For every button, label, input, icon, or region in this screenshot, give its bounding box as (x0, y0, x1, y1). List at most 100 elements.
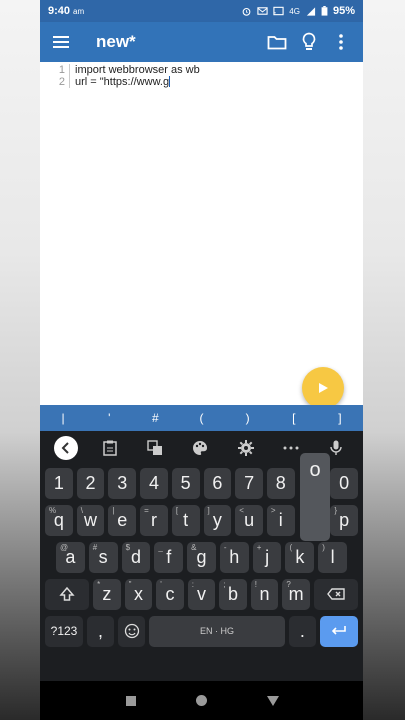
symbol-key[interactable]: ( (178, 411, 224, 425)
enter-key[interactable] (320, 615, 358, 647)
menu-button[interactable] (46, 26, 78, 58)
key-3[interactable]: 3 (108, 467, 137, 499)
key-d[interactable]: $ d (121, 541, 151, 573)
key-hint: ! (254, 579, 258, 589)
symbol-key[interactable]: [ (271, 411, 317, 425)
mail-icon (257, 7, 268, 15)
key-label: d (130, 546, 141, 567)
clipboard-button[interactable] (97, 435, 123, 461)
status-bar: 9:40 am 4G 95% (40, 0, 363, 22)
key-hint: : (191, 579, 194, 589)
key-label: c (165, 583, 175, 604)
chevron-left-icon (61, 442, 69, 454)
key-w[interactable]: \ w (76, 504, 105, 536)
code-line: 1 import webbrowser as wb (40, 64, 363, 76)
symbols-key[interactable]: ?123 (45, 615, 83, 647)
symbol-key[interactable]: ' (86, 411, 132, 425)
backspace-key[interactable] (313, 578, 358, 610)
key-q[interactable]: % q (45, 504, 73, 536)
key-y[interactable]: ] y (203, 504, 232, 536)
key-h[interactable]: -h (219, 541, 249, 573)
alarm-icon (242, 7, 251, 16)
key-label: y (212, 509, 222, 530)
soft-keyboard: 1 2 3 4 5 6 7 8 9 0 %q\w|e=r[t]y<u>i{o}p… (40, 431, 363, 681)
key-1[interactable]: 1 (45, 467, 73, 499)
key-label: g (196, 546, 207, 567)
app-toolbar: new* (40, 22, 363, 62)
key-p[interactable]: } p (330, 504, 359, 536)
key-l[interactable]: ) l (318, 541, 348, 573)
key-n[interactable]: ! n (250, 578, 279, 610)
home-button[interactable] (190, 689, 214, 713)
symbol-key[interactable]: | (40, 411, 86, 425)
code-text: import webbrowser as wb (75, 64, 200, 76)
emoji-key[interactable] (118, 615, 146, 647)
key-j[interactable]: + j (252, 541, 282, 573)
key-8[interactable]: 8 (266, 467, 295, 499)
open-folder-button[interactable] (261, 26, 293, 58)
translate-button[interactable] (142, 435, 168, 461)
symbol-key[interactable]: ) (225, 411, 271, 425)
status-ampm: am (73, 6, 85, 16)
key-c[interactable]: ' c (156, 578, 184, 610)
key-b[interactable]: ; b (219, 578, 247, 610)
left-background (0, 0, 40, 720)
key-5[interactable]: 5 (171, 467, 200, 499)
key-0[interactable]: 0 (330, 467, 359, 499)
key-e[interactable]: | e (108, 504, 137, 536)
key-label: e (117, 509, 128, 530)
key-t[interactable]: [t (171, 504, 200, 536)
keyboard-back-button[interactable] (53, 436, 78, 460)
back-button[interactable] (261, 689, 285, 713)
cast-icon (273, 6, 284, 16)
key-f[interactable]: _ f (154, 541, 184, 573)
key-4[interactable]: 4 (140, 467, 168, 499)
overflow-menu-button[interactable] (325, 26, 357, 58)
space-key[interactable]: EN · HG (149, 615, 285, 647)
key-u[interactable]: < u (235, 504, 263, 536)
recents-button[interactable] (119, 689, 143, 713)
key-z[interactable]: * z (93, 578, 121, 610)
key-label: z (102, 583, 112, 604)
key-r[interactable]: = r (140, 504, 168, 536)
key-x[interactable]: " x (124, 578, 153, 610)
circle-icon (196, 695, 207, 706)
key-k[interactable]: (k (285, 541, 315, 573)
comma-key[interactable]: , (86, 615, 115, 647)
key-hint: " (128, 579, 132, 589)
enter-icon (331, 626, 346, 635)
settings-button[interactable] (233, 435, 259, 461)
key-7[interactable]: 7 (235, 467, 263, 499)
key-a[interactable]: @ a (56, 541, 85, 573)
key-v[interactable]: :v (187, 578, 216, 610)
key-hint: + (256, 542, 262, 552)
run-button[interactable] (302, 367, 344, 409)
key-label: v (197, 583, 206, 604)
hint-button[interactable] (293, 26, 325, 58)
signal-icon (306, 7, 316, 16)
key-i[interactable]: > i (266, 504, 295, 536)
key-label: h (229, 546, 240, 567)
period-key[interactable]: . (288, 615, 316, 647)
key-6[interactable]: 6 (203, 467, 232, 499)
theme-button[interactable] (187, 435, 213, 461)
letter-row-2: @ a # s $ d _ f & g - h + j(k) l (40, 539, 363, 575)
symbol-key[interactable]: ] (317, 411, 363, 425)
key-m[interactable]: ? m (282, 578, 310, 610)
square-icon (125, 695, 136, 706)
key-2[interactable]: 2 (76, 467, 105, 499)
key-label: s (98, 546, 108, 567)
key-s[interactable]: # s (88, 541, 118, 573)
key-hint: ( (289, 542, 293, 552)
key-g[interactable]: & g (187, 541, 216, 573)
key-hint: ] (207, 505, 210, 515)
key-label: i (278, 509, 283, 530)
gear-icon (237, 440, 254, 456)
backspace-icon (327, 588, 345, 600)
phone-screen: 9:40 am 4G 95% new* 1 import webbrowser … (40, 0, 363, 720)
shift-key[interactable] (45, 578, 90, 610)
key-hint: ' (160, 579, 162, 589)
symbol-key[interactable]: # (132, 411, 178, 425)
key-hint: @ (60, 542, 69, 552)
code-editor[interactable]: 1 import webbrowser as wb 2 url = "https… (40, 62, 363, 404)
